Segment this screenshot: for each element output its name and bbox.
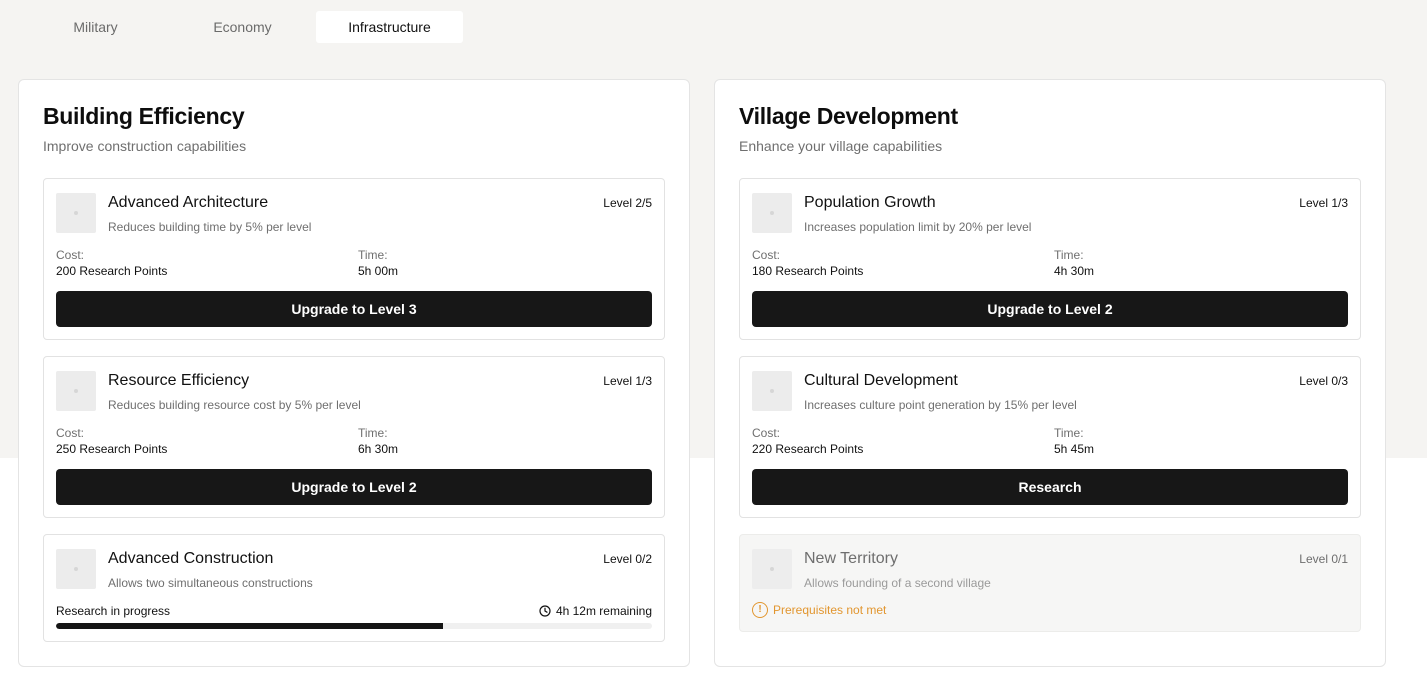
research-name: Advanced Construction <box>108 550 274 567</box>
cost-label: Cost: <box>56 426 85 440</box>
research-level: Level 0/1 <box>1299 552 1348 566</box>
tab-military[interactable]: Military <box>22 11 169 43</box>
research-icon <box>752 193 792 233</box>
research-description: Allows two simultaneous constructions <box>108 576 313 590</box>
research-name: Resource Efficiency <box>108 372 250 389</box>
research-card-new-territory: New Territory Allows founding of a secon… <box>739 534 1361 632</box>
alert-circle-icon: ! <box>752 602 768 618</box>
time-value: 4h 30m <box>1054 264 1095 278</box>
cost-label: Cost: <box>752 248 781 262</box>
research-button[interactable]: Research <box>752 469 1348 505</box>
clock-icon <box>539 605 551 617</box>
research-icon <box>56 371 96 411</box>
research-card-population-growth: Population Growth Increases population l… <box>739 178 1361 340</box>
time-value: 5h 00m <box>358 264 399 278</box>
cost-label: Cost: <box>56 248 85 262</box>
progress-fill <box>56 623 444 629</box>
time-value: 6h 30m <box>358 442 399 456</box>
panel-subtitle: Enhance your village capabilities <box>739 138 943 154</box>
research-name: New Territory <box>804 550 898 567</box>
research-level: Level 0/2 <box>603 552 652 566</box>
research-description: Increases culture point generation by 15… <box>804 398 1077 412</box>
research-card-cultural-development: Cultural Development Increases culture p… <box>739 356 1361 518</box>
progress-label: Research in progress <box>56 604 171 618</box>
village-development-panel: Village Development Enhance your village… <box>714 79 1386 667</box>
research-name: Advanced Architecture <box>108 194 269 211</box>
research-description: Increases population limit by 20% per le… <box>804 220 1032 234</box>
research-description: Reduces building resource cost by 5% per… <box>108 398 361 412</box>
cost-value: 250 Research Points <box>56 442 168 456</box>
building-efficiency-panel: Building Efficiency Improve construction… <box>18 79 690 667</box>
tab-economy[interactable]: Economy <box>169 11 316 43</box>
research-card-advanced-construction: Advanced Construction Allows two simulta… <box>43 534 665 642</box>
research-progress-bar <box>56 623 652 629</box>
research-name: Population Growth <box>804 194 936 211</box>
panel-subtitle: Improve construction capabilities <box>43 138 247 154</box>
time-label: Time: <box>1054 248 1084 262</box>
research-level: Level 2/5 <box>603 196 652 210</box>
upgrade-button[interactable]: Upgrade to Level 3 <box>56 291 652 327</box>
research-icon <box>56 193 96 233</box>
research-icon <box>752 371 792 411</box>
time-label: Time: <box>358 426 388 440</box>
time-label: Time: <box>1054 426 1084 440</box>
prerequisite-warning: ! Prerequisites not met <box>752 602 886 618</box>
cost-label: Cost: <box>752 426 781 440</box>
time-remaining-text: 4h 12m remaining <box>555 604 652 618</box>
panel-title: Village Development <box>739 103 958 129</box>
time-remaining: 4h 12m remaining <box>539 604 652 618</box>
tab-infrastructure[interactable]: Infrastructure <box>316 11 463 43</box>
cost-value: 220 Research Points <box>752 442 864 456</box>
research-description: Reduces building time by 5% per level <box>108 220 312 234</box>
research-icon <box>56 549 96 589</box>
research-description: Allows founding of a second village <box>804 576 991 590</box>
research-level: Level 1/3 <box>1299 196 1348 210</box>
prerequisite-text: Prerequisites not met <box>773 603 887 617</box>
category-tabs: Military Economy Infrastructure <box>22 11 463 43</box>
time-label: Time: <box>358 248 388 262</box>
research-name: Cultural Development <box>804 372 958 389</box>
time-value: 5h 45m <box>1054 442 1095 456</box>
upgrade-button[interactable]: Upgrade to Level 2 <box>56 469 652 505</box>
research-level: Level 0/3 <box>1299 374 1348 388</box>
research-card-resource-efficiency: Resource Efficiency Reduces building res… <box>43 356 665 518</box>
research-icon <box>752 549 792 589</box>
cost-value: 200 Research Points <box>56 264 168 278</box>
upgrade-button[interactable]: Upgrade to Level 2 <box>752 291 1348 327</box>
panel-title: Building Efficiency <box>43 103 245 129</box>
research-level: Level 1/3 <box>603 374 652 388</box>
cost-value: 180 Research Points <box>752 264 864 278</box>
research-card-advanced-architecture: Advanced Architecture Reduces building t… <box>43 178 665 340</box>
